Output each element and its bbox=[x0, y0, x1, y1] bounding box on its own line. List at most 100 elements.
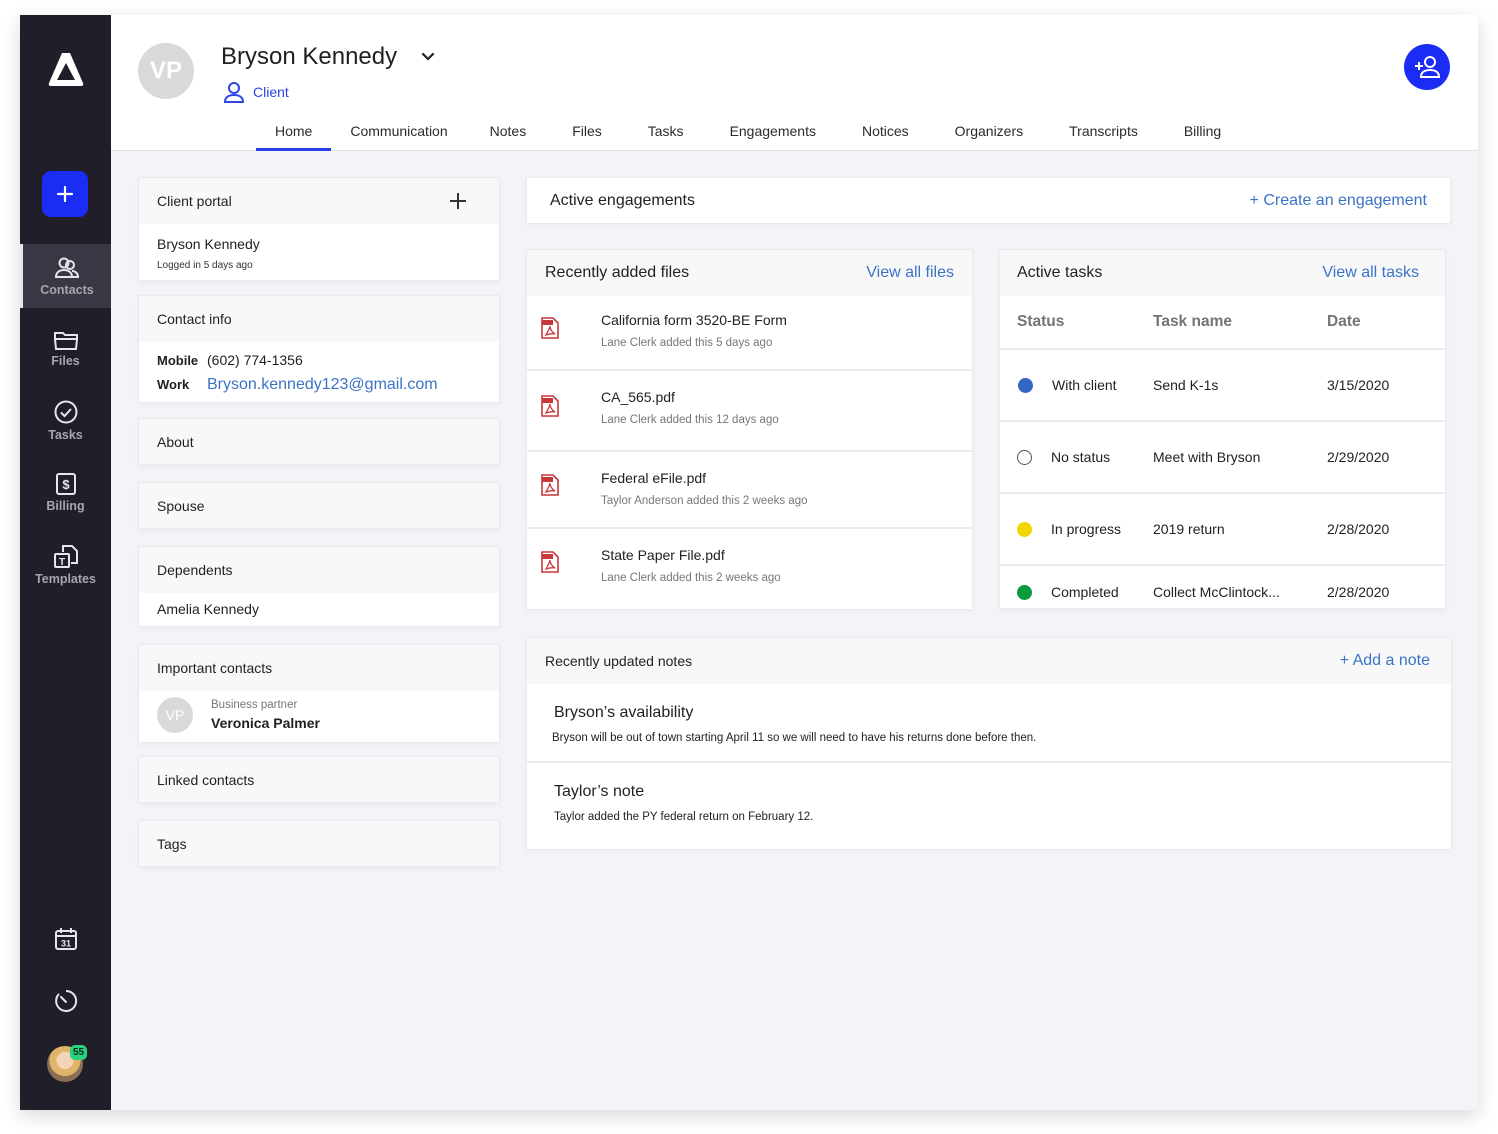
card-title: Linked contacts bbox=[157, 771, 255, 788]
sidebar-item-contacts[interactable]: Contacts bbox=[20, 244, 111, 308]
create-new-button[interactable] bbox=[42, 171, 88, 217]
sidebar-item-label: Billing bbox=[46, 498, 85, 513]
card-title: Spouse bbox=[157, 497, 205, 514]
task-row[interactable]: Completed Collect McClintock... 2/28/202… bbox=[1000, 566, 1445, 608]
contacts-icon bbox=[54, 257, 80, 278]
dependent-item[interactable]: Amelia Kennedy bbox=[157, 601, 481, 617]
add-contact-button[interactable] bbox=[1404, 44, 1450, 90]
client-portal-card: Client portal Bryson Kennedy Logged in 5… bbox=[138, 177, 500, 281]
note-item[interactable]: Bryson’s availability Bryson will be out… bbox=[527, 684, 1451, 763]
column-header-status[interactable]: Status bbox=[1000, 313, 1153, 331]
tab-communication[interactable]: Communication bbox=[331, 121, 466, 151]
about-card[interactable]: About bbox=[138, 418, 500, 465]
card-header: Dependents bbox=[139, 547, 499, 593]
important-contact-item[interactable]: VP Business partner Veronica Palmer bbox=[157, 697, 481, 733]
spouse-card[interactable]: Spouse bbox=[138, 482, 500, 529]
contact-relationship: Business partner bbox=[211, 699, 298, 711]
tab-transcripts[interactable]: Transcripts bbox=[1046, 121, 1161, 151]
file-item[interactable]: Federal eFile.pdf Taylor Anderson added t… bbox=[527, 452, 972, 529]
card-header: Important contacts bbox=[139, 645, 499, 691]
sidebar-item-billing[interactable]: $ Billing bbox=[20, 460, 111, 524]
tab-home[interactable]: Home bbox=[256, 121, 332, 151]
work-label: Work bbox=[157, 377, 190, 392]
tab-files[interactable]: Files bbox=[549, 121, 625, 151]
task-name: Meet with Bryson bbox=[1153, 449, 1261, 465]
status-dot-completed bbox=[1017, 584, 1032, 600]
pdf-icon bbox=[541, 317, 559, 339]
chevron-down-icon[interactable] bbox=[420, 51, 436, 63]
note-body: Taylor added the PY federal return on Fe… bbox=[554, 811, 814, 823]
pdf-icon bbox=[541, 395, 559, 417]
portal-login-status: Logged in 5 days ago bbox=[157, 260, 253, 271]
portal-user-name: Bryson Kennedy bbox=[157, 236, 260, 252]
sidebar-item-tasks[interactable]: Tasks bbox=[20, 388, 111, 452]
task-row[interactable]: In progress 2019 return 2/28/2020 bbox=[1000, 494, 1445, 566]
card-title: Recently updated notes bbox=[545, 653, 693, 669]
task-status: With client bbox=[1052, 377, 1117, 393]
status-dot-with-client bbox=[1018, 377, 1033, 393]
sidebar-item-files[interactable]: Files bbox=[20, 316, 111, 380]
task-row[interactable]: With client Send K-1s 3/15/2020 bbox=[1000, 350, 1445, 422]
task-name: 2019 return bbox=[1153, 521, 1225, 537]
task-row[interactable]: No status Meet with Bryson 2/29/2020 bbox=[1000, 422, 1445, 494]
tab-notices[interactable]: Notices bbox=[839, 121, 932, 151]
task-name: Send K-1s bbox=[1153, 377, 1219, 393]
svg-text:$: $ bbox=[62, 477, 70, 492]
create-engagement-link[interactable]: + Create an engagement bbox=[1250, 192, 1427, 210]
tab-billing[interactable]: Billing bbox=[1161, 121, 1244, 151]
card-header: Recently added files View all files bbox=[527, 250, 972, 296]
view-all-files-link[interactable]: View all files bbox=[866, 264, 954, 282]
file-meta: Lane Clerk added this 2 weeks ago bbox=[601, 572, 781, 584]
svg-text:T: T bbox=[58, 557, 64, 568]
column-header-task-name[interactable]: Task name bbox=[1153, 313, 1327, 331]
note-item[interactable]: Taylor’s note Taylor added the PY federa… bbox=[527, 763, 1451, 849]
recent-files-card: Recently added files View all files Cali… bbox=[526, 249, 973, 610]
file-item[interactable]: California form 3520-BE Form Lane Clerk a… bbox=[527, 296, 972, 371]
tab-engagements[interactable]: Engagements bbox=[707, 121, 839, 151]
dependents-card: Dependents Amelia Kennedy bbox=[138, 546, 500, 627]
file-item[interactable]: CA_565.pdf Lane Clerk added this 12 days … bbox=[527, 371, 972, 452]
task-date: 3/15/2020 bbox=[1327, 377, 1390, 393]
contact-type-label: Client bbox=[253, 84, 289, 100]
add-note-link[interactable]: + Add a note bbox=[1340, 652, 1430, 670]
file-item[interactable]: State Paper File.pdf Lane Clerk added thi… bbox=[527, 529, 972, 609]
mobile-phone[interactable]: (602) 774-1356 bbox=[207, 352, 303, 368]
column-header-date[interactable]: Date bbox=[1327, 313, 1445, 331]
template-icon: T bbox=[53, 544, 78, 568]
work-email-link[interactable]: Bryson.kennedy123@gmail.com bbox=[207, 376, 438, 394]
contact-name: Veronica Palmer bbox=[211, 715, 320, 731]
tab-tasks[interactable]: Tasks bbox=[625, 121, 707, 151]
task-status: Completed bbox=[1051, 584, 1119, 600]
mobile-label: Mobile bbox=[157, 353, 199, 368]
contact-avatar: VP bbox=[157, 697, 193, 733]
app-window: Contacts Files Tasks $ Billing T Templat… bbox=[20, 15, 1478, 1110]
tab-organizers[interactable]: Organizers bbox=[932, 121, 1046, 151]
view-all-tasks-link[interactable]: View all tasks bbox=[1322, 264, 1419, 282]
card-header: Client portal bbox=[139, 178, 499, 224]
calendar-icon[interactable]: 31 bbox=[53, 926, 79, 952]
timer-icon[interactable] bbox=[53, 988, 79, 1014]
active-tasks-card: Active tasks View all tasks Status Task … bbox=[999, 249, 1446, 609]
task-date: 2/28/2020 bbox=[1327, 584, 1390, 600]
card-title: About bbox=[157, 433, 194, 450]
plus-icon[interactable] bbox=[449, 192, 467, 210]
plus-icon bbox=[56, 185, 74, 203]
contact-name: Bryson Kennedy bbox=[221, 43, 398, 70]
tags-card[interactable]: Tags bbox=[138, 820, 500, 867]
sidebar-item-templates[interactable]: T Templates bbox=[20, 532, 111, 596]
tab-notes[interactable]: Notes bbox=[467, 121, 550, 151]
linked-contacts-card[interactable]: Linked contacts bbox=[138, 756, 500, 803]
card-title: Important contacts bbox=[157, 660, 273, 676]
add-person-icon bbox=[1415, 56, 1441, 78]
tasks-table-header: Status Task name Date bbox=[1000, 296, 1445, 350]
dollar-icon: $ bbox=[55, 472, 76, 495]
sidebar-item-label: Files bbox=[51, 353, 80, 368]
card-title: Tags bbox=[157, 835, 187, 852]
card-header: Recently updated notes + Add a note bbox=[527, 638, 1451, 684]
delta-logo-icon[interactable] bbox=[46, 50, 86, 88]
svg-text:31: 31 bbox=[61, 939, 71, 949]
recent-notes-card: Recently updated notes + Add a note Brys… bbox=[526, 637, 1452, 850]
contact-header: VP Bryson Kennedy Client Home Communicat… bbox=[111, 15, 1478, 151]
task-date: 2/29/2020 bbox=[1327, 449, 1390, 465]
note-title: Bryson’s availability bbox=[554, 704, 694, 721]
